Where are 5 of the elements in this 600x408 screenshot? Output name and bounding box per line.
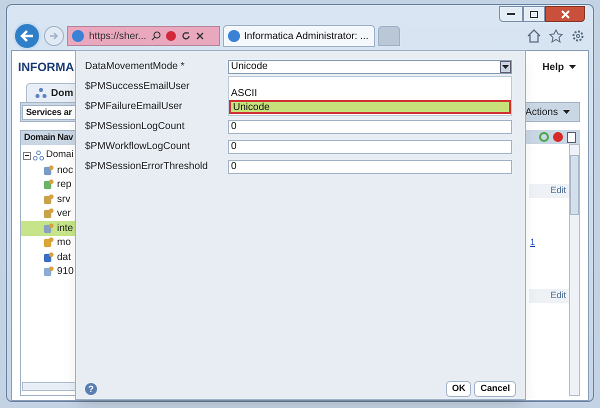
field-label: $PMSessionErrorThreshold bbox=[85, 160, 209, 174]
logo: INFORMA bbox=[18, 59, 74, 76]
field-label: DataMovementMode * bbox=[85, 60, 186, 74]
field-label: $PMSuccessEmailUser bbox=[85, 80, 190, 94]
field-label: $PMSessionLogCount bbox=[85, 120, 186, 134]
